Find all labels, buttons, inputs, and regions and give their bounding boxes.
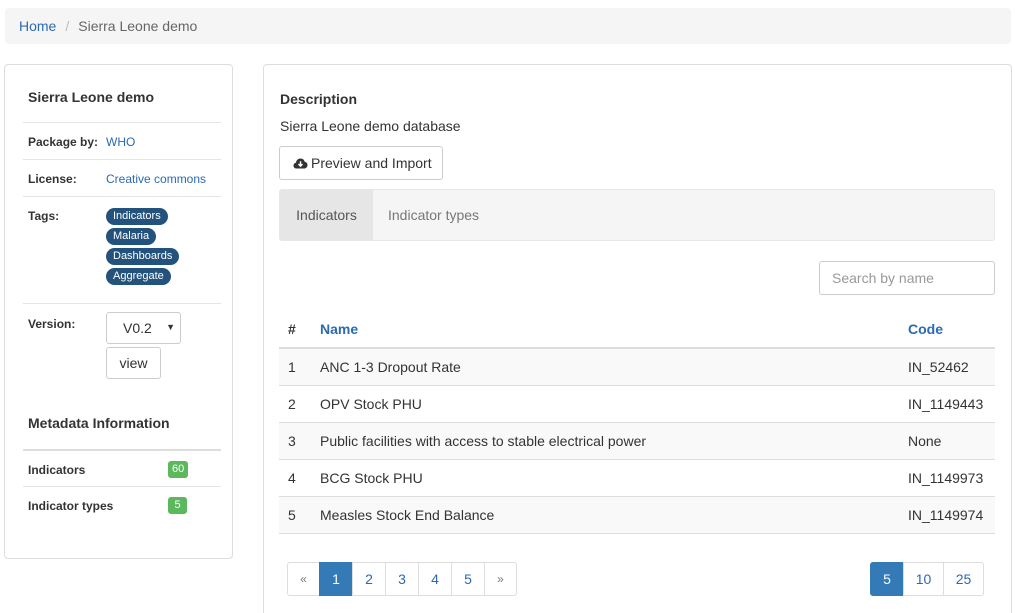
page-size-10[interactable]: 10 bbox=[903, 562, 944, 596]
page-size-25[interactable]: 25 bbox=[943, 562, 984, 596]
metadata-label-indicator-types: Indicator types bbox=[28, 499, 114, 513]
version-row: Version: V0.2 ▼ view bbox=[23, 303, 221, 387]
main-panel: Description Sierra Leone demo database P… bbox=[263, 64, 1012, 613]
row-name: Public facilities with access to stable … bbox=[320, 433, 647, 449]
license-row: License: Creative commons bbox=[23, 159, 221, 196]
metadata-row-indicators: Indicators 60 bbox=[23, 449, 221, 486]
tag-aggregate[interactable]: Aggregate bbox=[106, 268, 171, 285]
page-size-selector: 5 10 25 bbox=[870, 562, 984, 596]
tag-dashboards[interactable]: Dashboards bbox=[106, 248, 180, 265]
indicator-types-count-badge: 5 bbox=[168, 497, 187, 514]
preview-and-import-label: Preview and Import bbox=[311, 155, 432, 171]
search-input[interactable] bbox=[819, 261, 995, 295]
page-size-5[interactable]: 5 bbox=[870, 562, 904, 596]
row-name: Measles Stock End Balance bbox=[320, 507, 495, 523]
breadcrumb-current: Sierra Leone demo bbox=[78, 18, 198, 34]
description-text: Sierra Leone demo database bbox=[280, 118, 461, 134]
tags-row: Tags: Indicators Malaria Dashboards Aggr… bbox=[23, 196, 221, 303]
page-4[interactable]: 4 bbox=[418, 562, 452, 596]
table-row[interactable]: 1 ANC 1-3 Dropout Rate IN_52462 bbox=[279, 349, 995, 386]
view-version-button[interactable]: view bbox=[106, 347, 161, 379]
description-title: Description bbox=[280, 91, 358, 107]
row-code: None bbox=[908, 433, 942, 449]
metadata-information-title: Metadata Information bbox=[28, 415, 170, 431]
metadata-label-indicators: Indicators bbox=[28, 463, 86, 477]
row-code: IN_52462 bbox=[908, 359, 969, 375]
column-header-name[interactable]: Name bbox=[320, 310, 358, 347]
row-number: 2 bbox=[288, 396, 296, 412]
table-row[interactable]: 5 Measles Stock End Balance IN_1149974 bbox=[279, 497, 995, 534]
breadcrumb-separator: / bbox=[65, 18, 70, 34]
chevron-down-icon: ▼ bbox=[166, 322, 175, 332]
row-code: IN_1149443 bbox=[908, 396, 984, 412]
row-name: ANC 1-3 Dropout Rate bbox=[320, 359, 461, 375]
table-row[interactable]: 3 Public facilities with access to stabl… bbox=[279, 423, 995, 460]
package-title: Sierra Leone demo bbox=[28, 89, 155, 105]
row-code: IN_1149973 bbox=[908, 470, 984, 486]
page-3[interactable]: 3 bbox=[385, 562, 419, 596]
column-header-number: # bbox=[288, 320, 296, 337]
package-by-link[interactable]: WHO bbox=[106, 135, 135, 149]
breadcrumb-home-link[interactable]: Home bbox=[19, 18, 56, 34]
row-number: 1 bbox=[288, 359, 296, 375]
breadcrumb: Home / Sierra Leone demo bbox=[5, 8, 1011, 44]
page-1[interactable]: 1 bbox=[319, 562, 353, 596]
version-label: Version: bbox=[28, 317, 76, 331]
row-number: 5 bbox=[288, 507, 296, 523]
page-2[interactable]: 2 bbox=[352, 562, 386, 596]
row-name: BCG Stock PHU bbox=[320, 470, 423, 486]
tab-indicator-types[interactable]: Indicator types bbox=[388, 190, 479, 240]
package-info-panel: Sierra Leone demo Package by: WHO Licens… bbox=[4, 64, 233, 559]
tags-label: Tags: bbox=[28, 209, 60, 223]
tab-indicators[interactable]: Indicators bbox=[280, 190, 373, 240]
version-selected-value: V0.2 bbox=[123, 320, 152, 336]
metadata-row-indicator-types: Indicator types 5 bbox=[23, 486, 221, 523]
tag-indicators[interactable]: Indicators bbox=[106, 208, 168, 225]
column-header-code[interactable]: Code bbox=[908, 310, 943, 347]
table-row[interactable]: 2 OPV Stock PHU IN_1149443 bbox=[279, 386, 995, 423]
pagination-prev[interactable]: « bbox=[287, 562, 320, 596]
row-number: 4 bbox=[288, 470, 296, 486]
row-number: 3 bbox=[288, 433, 296, 449]
row-code: IN_1149974 bbox=[908, 507, 984, 523]
license-link[interactable]: Creative commons bbox=[106, 172, 206, 186]
pagination-next[interactable]: » bbox=[484, 562, 517, 596]
indicators-count-badge: 60 bbox=[168, 461, 189, 478]
row-name: OPV Stock PHU bbox=[320, 396, 422, 412]
cloud-download-icon bbox=[293, 158, 308, 168]
package-by-row: Package by: WHO bbox=[23, 122, 221, 159]
package-by-label: Package by: bbox=[28, 135, 99, 149]
tag-malaria[interactable]: Malaria bbox=[106, 228, 157, 245]
pagination: « 1 2 3 4 5 » bbox=[287, 562, 517, 596]
table-row[interactable]: 4 BCG Stock PHU IN_1149973 bbox=[279, 460, 995, 497]
page-5[interactable]: 5 bbox=[451, 562, 485, 596]
license-label: License: bbox=[28, 172, 77, 186]
version-select[interactable]: V0.2 ▼ bbox=[106, 312, 181, 344]
preview-and-import-button[interactable]: Preview and Import bbox=[279, 146, 443, 180]
tab-bar: Indicators Indicator types bbox=[279, 189, 995, 241]
